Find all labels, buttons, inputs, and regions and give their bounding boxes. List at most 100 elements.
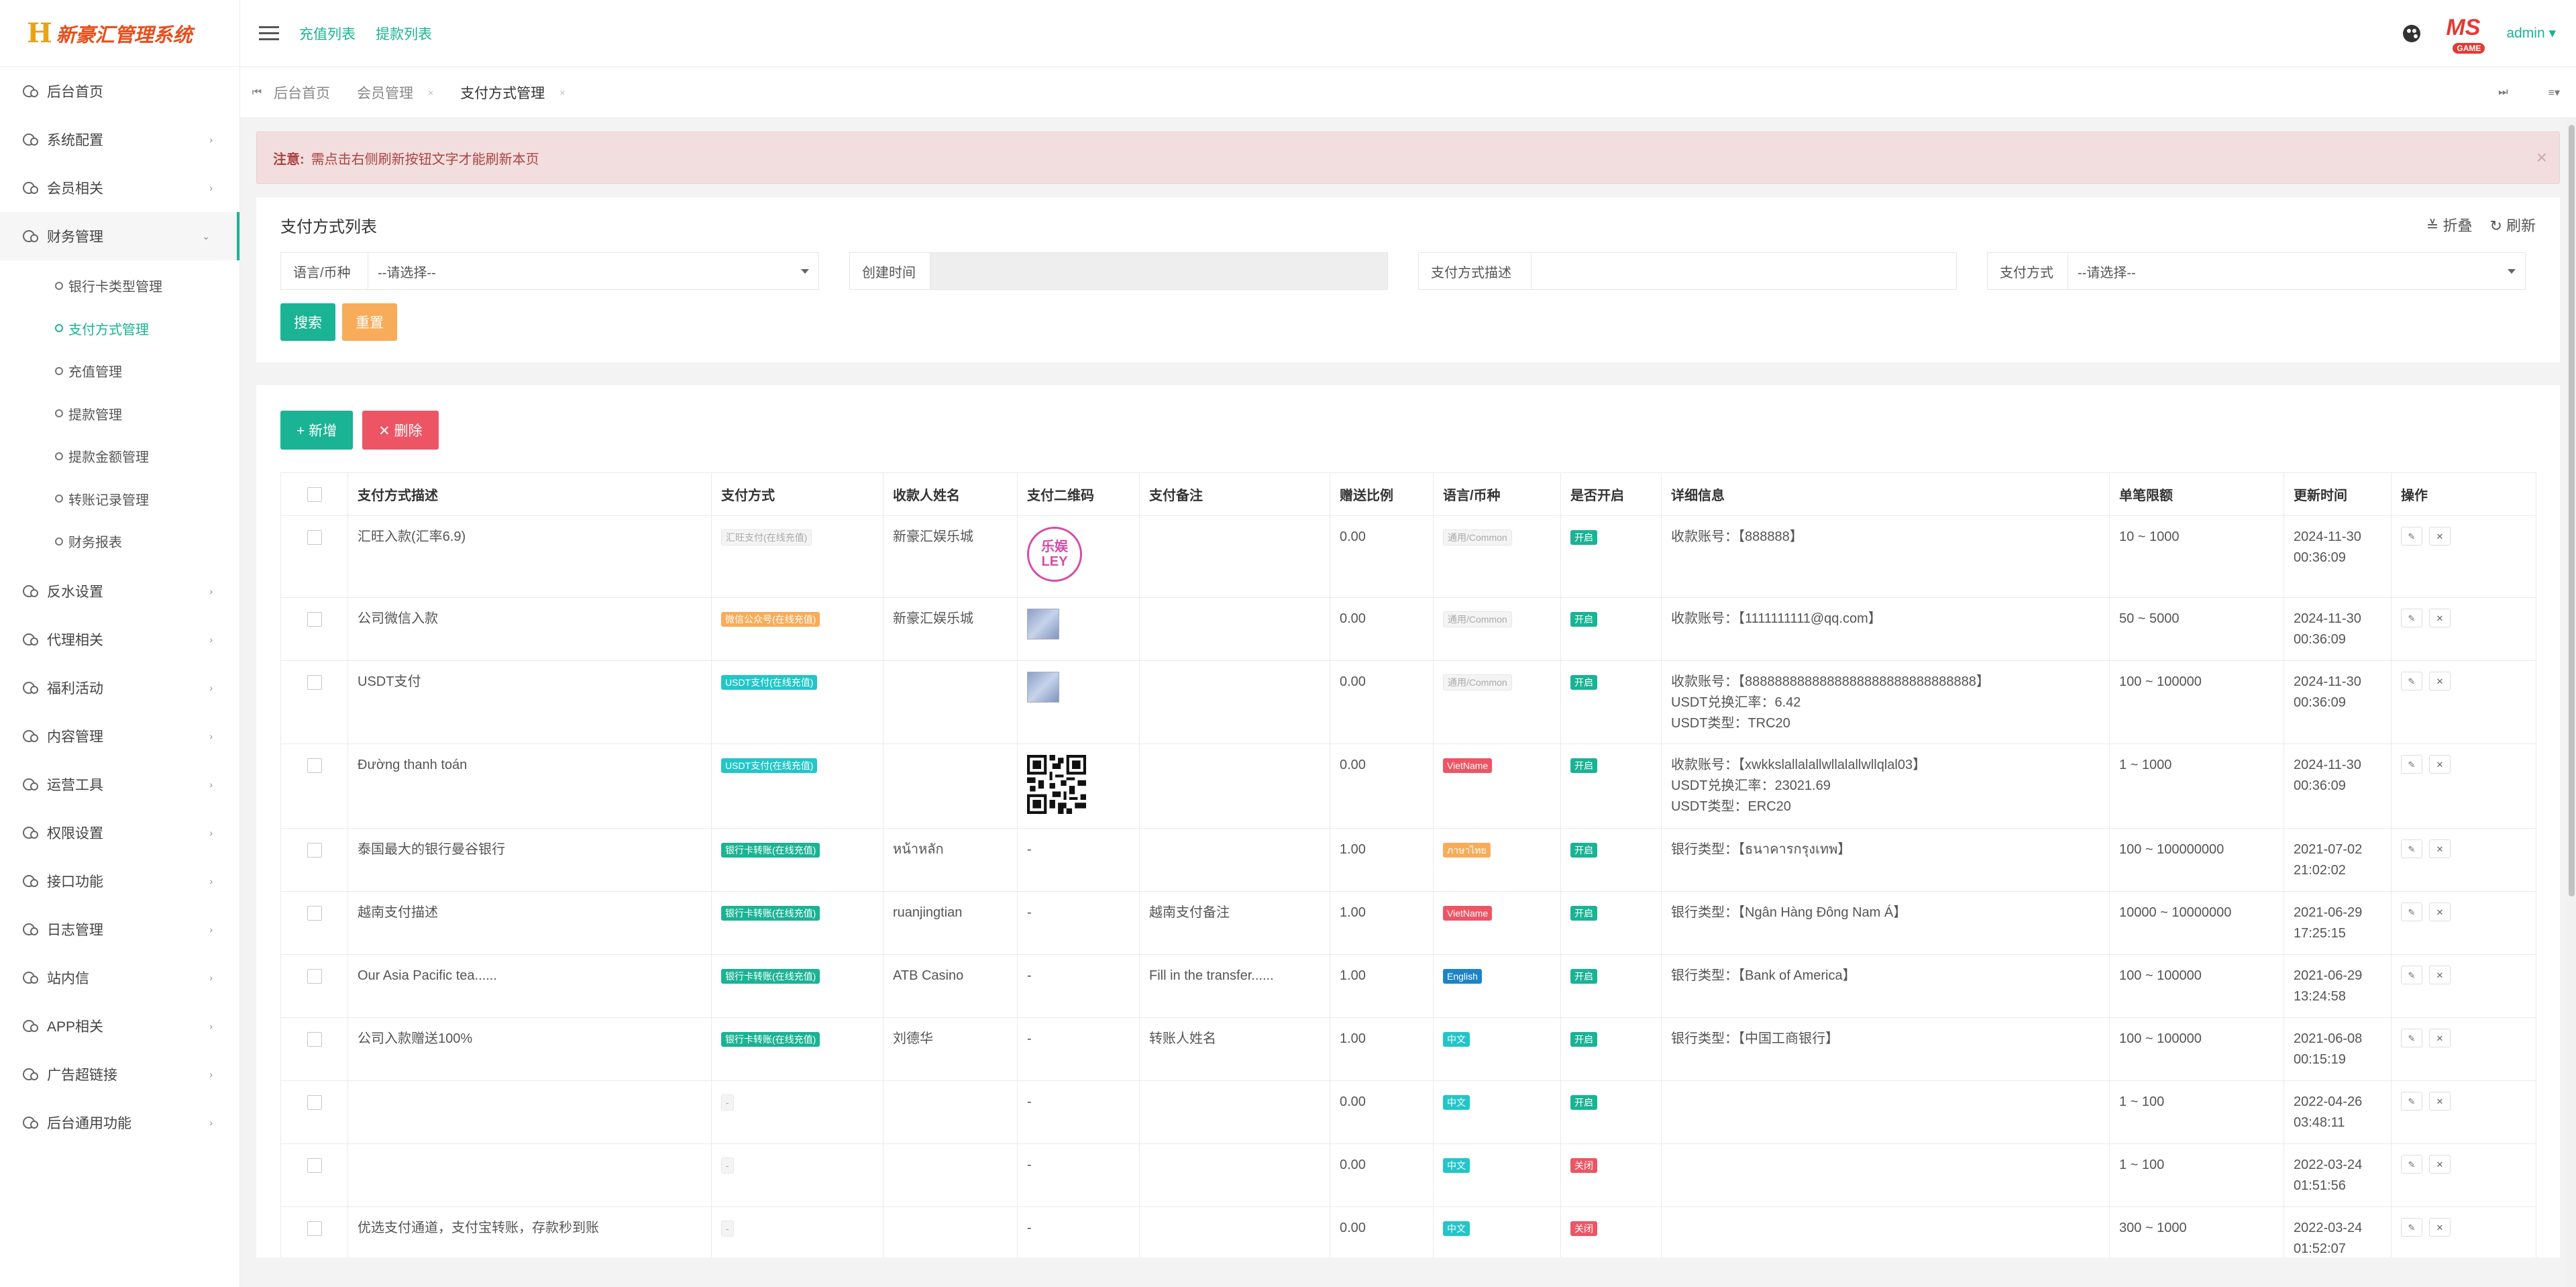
status-badge[interactable]: 开启 [1570,969,1597,984]
sidebar-subitem-payment-methods[interactable]: 支付方式管理 [0,307,239,350]
created-time-input[interactable] [930,253,1387,289]
sidebar-item-content[interactable]: 内容管理 › [0,712,239,760]
sidebar-subitem-recharge[interactable]: 充值管理 [0,350,239,393]
row-checkbox[interactable] [307,611,322,627]
refresh-button[interactable]: ↻ 刷新 [2489,214,2536,236]
edit-icon[interactable]: ✎ [2401,755,2422,774]
table-row[interactable]: - -0.00 中文 开启 1 ~ 100 2022-04-26 03:48:11 ✎ ✕ [280,1080,2536,1144]
delete-icon[interactable]: ✕ [2429,609,2451,627]
tab-home[interactable]: 后台首页 [274,83,330,103]
column-header[interactable]: 语言/币种 [1433,472,1561,516]
delete-icon[interactable]: ✕ [2429,1155,2451,1174]
delete-icon[interactable]: ✕ [2429,672,2451,690]
status-badge[interactable]: 开启 [1570,906,1597,921]
sidebar-item-api[interactable]: 接口功能 › [0,857,239,905]
column-header[interactable]: 支付二维码 [1017,472,1140,516]
sidebar-item-messages[interactable]: 站内信 › [0,954,239,1002]
sidebar-item-agents[interactable]: 代理相关 › [0,615,239,664]
status-badge[interactable]: 开启 [1570,1032,1597,1047]
sidebar-item-home[interactable]: 后台首页 [0,67,239,115]
sidebar-subitem-finance-report[interactable]: 财务报表 [0,520,239,563]
row-checkbox[interactable] [307,968,322,984]
row-checkbox[interactable] [307,842,322,858]
sidebar-subitem-transfer-records[interactable]: 转账记录管理 [0,478,239,521]
app-logo[interactable]: H 新豪汇管理系统 [0,0,239,67]
close-icon[interactable]: × [2536,147,2547,168]
edit-icon[interactable]: ✎ [2401,672,2422,690]
qr-code-image[interactable] [1027,755,1086,814]
column-header[interactable]: 支付方式 [711,472,883,516]
select-all-checkbox[interactable] [280,472,348,516]
sidebar-item-logs[interactable]: 日志管理 › [0,905,239,954]
status-badge[interactable]: 关闭 [1570,1158,1597,1173]
column-header[interactable]: 是否开启 [1560,472,1662,516]
edit-icon[interactable]: ✎ [2401,527,2422,546]
column-header[interactable]: 支付方式描述 [347,472,712,516]
row-checkbox[interactable] [307,674,322,690]
tabs-scroll-right-icon[interactable]: ⏭ [2498,87,2508,99]
status-badge[interactable]: 开启 [1570,1095,1597,1110]
row-checkbox[interactable] [307,905,322,921]
delete-icon[interactable]: ✕ [2429,1029,2451,1047]
row-checkbox[interactable] [307,529,322,545]
edit-icon[interactable]: ✎ [2401,1218,2422,1237]
sidebar-item-promotions[interactable]: 福利活动 › [0,664,239,712]
edit-icon[interactable]: ✎ [2401,1029,2422,1047]
sidebar-item-ad-links[interactable]: 广告超链接 › [0,1050,239,1098]
delete-button[interactable]: ✕ 删除 [362,411,439,450]
tabs-menu-icon[interactable]: ≡▾ [2548,86,2560,99]
sidebar-item-permissions[interactable]: 权限设置 › [0,809,239,857]
sidebar-item-members[interactable]: 会员相关 › [0,164,239,212]
table-row[interactable]: 优选支付通道，支付宝转账，存款秒到账 - -0.00 中文 关闭 300 ~ 1000 20… [280,1206,2536,1257]
qr-thumbnail-image[interactable] [1027,609,1059,639]
tab-payment-methods[interactable]: 支付方式管理 × [460,83,565,103]
delete-icon[interactable]: ✕ [2429,903,2451,921]
sidebar-item-app[interactable]: APP相关 › [0,1002,239,1050]
status-badge[interactable]: 开启 [1570,530,1597,545]
row-checkbox[interactable] [307,1157,322,1173]
row-checkbox[interactable] [307,758,322,773]
table-row[interactable]: 越南支付描述 银行卡转账(在线充值) ruanjingtian - 越南支付备注 1.00… [280,891,2536,955]
edit-icon[interactable]: ✎ [2401,1155,2422,1174]
page-scrollbar-thumb[interactable] [2569,125,2575,896]
sidebar-item-rebate[interactable]: 反水设置 › [0,567,239,615]
table-row[interactable]: 汇旺入款(汇率6.9) 汇旺支付(在线充值) 新豪汇娱乐城 乐娱 LEY 0.00 通用/C… [280,515,2536,598]
edit-icon[interactable]: ✎ [2401,839,2422,858]
description-input[interactable] [1532,253,1956,289]
column-header[interactable]: 支付备注 [1139,472,1330,516]
table-row[interactable]: USDT支付 USDT支付(在线充值) 0.00 通用/Common 开启 收款账号：【8… [280,660,2536,744]
edit-icon[interactable]: ✎ [2401,903,2422,921]
top-link-withdrawal-list[interactable]: 提款列表 [376,23,432,44]
checkbox[interactable] [307,486,322,502]
delete-icon[interactable]: ✕ [2429,1092,2451,1111]
table-row[interactable]: Đường thanh toán USDT支付(在线充值) 0.00 VietName… [280,743,2536,829]
search-button[interactable]: 搜索 [280,303,335,341]
row-checkbox[interactable] [307,1031,322,1047]
collapse-button[interactable]: ≚ 折叠 [2426,214,2473,236]
table-row[interactable]: - -0.00 中文 关闭 1 ~ 100 2022-03-24 01:51:56 ✎ ✕ [280,1143,2536,1207]
close-icon[interactable]: × [428,87,433,98]
palette-icon[interactable] [2403,24,2421,42]
delete-icon[interactable]: ✕ [2429,1218,2451,1237]
hamburger-icon[interactable] [259,22,279,44]
column-header[interactable]: 收款人姓名 [883,472,1018,516]
sidebar-item-finance[interactable]: 财务管理 ⌄ [0,212,239,260]
column-header[interactable]: 详细信息 [1661,472,2110,516]
add-button[interactable]: + 新增 [280,411,354,450]
status-badge[interactable]: 开启 [1570,758,1597,773]
status-badge[interactable]: 关闭 [1570,1221,1597,1236]
language-select[interactable]: --请选择-- [368,253,818,289]
delete-icon[interactable]: ✕ [2429,966,2451,984]
sidebar-item-common[interactable]: 后台通用功能 › [0,1098,239,1147]
status-badge[interactable]: 开启 [1570,612,1597,627]
column-header[interactable]: 更新时间 [2284,472,2392,516]
row-checkbox[interactable] [307,1094,322,1110]
status-badge[interactable]: 开启 [1570,675,1597,690]
column-header[interactable]: 赠送比例 [1330,472,1434,516]
qr-logo-image[interactable]: 乐娱 LEY [1027,527,1082,582]
table-row[interactable]: Our Asia Pacific tea...... 银行卡转账(在线充值) ATB… [280,954,2536,1018]
sidebar-item-system-config[interactable]: 系统配置 › [0,115,239,164]
edit-icon[interactable]: ✎ [2401,966,2422,984]
row-checkbox[interactable] [307,1221,322,1236]
sidebar-item-ops-tools[interactable]: 运营工具 › [0,760,239,809]
